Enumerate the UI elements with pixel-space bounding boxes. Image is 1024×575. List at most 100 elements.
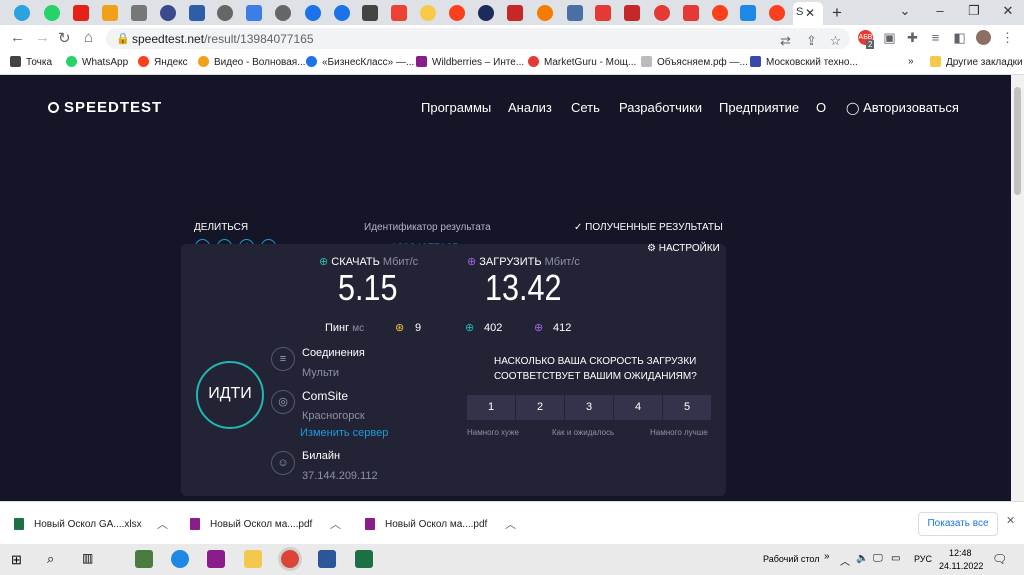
results-link[interactable]: ✓ ПОЛУЧЕННЫЕ РЕЗУЛЬТАТЫ <box>574 222 723 233</box>
download-item[interactable]: Новый Оскол GA....xlsx <box>14 518 142 530</box>
edge-icon[interactable] <box>171 550 189 568</box>
address-bar[interactable]: 🔒 speedtest.net/result/13984077165 ⇄ ⇪ ☆ <box>106 28 850 49</box>
scrollbar-thumb[interactable] <box>1014 87 1021 195</box>
battery-icon[interactable]: ▭ <box>891 553 900 564</box>
settings-link[interactable]: ⚙ НАСТРОЙКИ <box>647 243 720 254</box>
word-icon[interactable] <box>318 550 336 568</box>
bookmark-item[interactable]: Видео - Волновая... <box>198 56 306 68</box>
bookmark-item[interactable]: Московский техно... <box>750 56 858 68</box>
nav-analysis[interactable]: Анализ <box>508 100 552 115</box>
lock-icon[interactable]: 🔒 <box>116 32 130 45</box>
toolbar-more-icon[interactable]: » <box>824 551 830 562</box>
back-arrow-icon[interactable]: ← <box>10 29 25 46</box>
site-tab-icon[interactable] <box>478 5 494 21</box>
bookmark-item[interactable]: Яндекс <box>138 56 188 68</box>
windows-start-icon[interactable]: ⊞ <box>11 552 22 568</box>
site-tab-icon[interactable] <box>507 5 523 21</box>
download-item[interactable]: Новый Оскол ма....pdf <box>365 518 487 530</box>
go-button[interactable]: ИДТИ <box>196 361 264 429</box>
chevron-up-icon[interactable]: ︿ <box>157 516 168 532</box>
bookmark-item[interactable]: «БизнесКласс» —... <box>306 56 414 68</box>
file-explorer-icon[interactable] <box>244 550 262 568</box>
site-tab-icon[interactable] <box>305 5 321 21</box>
bookmark-item[interactable]: Wildberries – Инте... <box>416 56 524 68</box>
site-tab-icon[interactable] <box>362 5 378 21</box>
site-tab-icon[interactable] <box>334 5 350 21</box>
nav-enterprise[interactable]: Предприятие <box>719 100 799 115</box>
youtube-tab-icon[interactable] <box>73 5 89 21</box>
gmail-tab-icon[interactable] <box>391 5 407 21</box>
menu-icon[interactable]: ⋮ <box>1000 30 1015 45</box>
site-tab-icon[interactable] <box>654 5 670 21</box>
site-tab-icon[interactable] <box>537 5 553 21</box>
desktop-label[interactable]: Рабочий стол <box>763 554 820 564</box>
close-tab-icon[interactable]: ✕ <box>805 6 815 20</box>
site-tab-icon[interactable] <box>595 5 611 21</box>
chrome-icon[interactable] <box>281 550 299 568</box>
audio-tab-icon[interactable] <box>131 5 147 21</box>
minimize-button[interactable]: – <box>930 3 950 18</box>
reload-icon[interactable]: ↻ <box>58 29 71 47</box>
telegram-tab-icon[interactable] <box>14 5 30 21</box>
login-link[interactable]: ◯ Авторизоваться <box>846 100 959 115</box>
other-bookmarks[interactable]: Другие закладки <box>930 56 1023 68</box>
speedtest-logo[interactable]: SPEEDTEST <box>48 99 162 116</box>
change-server-link[interactable]: Изменить сервер <box>300 427 388 439</box>
site-tab-icon[interactable] <box>217 5 233 21</box>
site-tab-icon[interactable] <box>189 5 205 21</box>
rating-5[interactable]: 5 <box>663 395 711 420</box>
bookmark-item[interactable]: WhatsApp <box>66 56 128 68</box>
nav-about[interactable]: О <box>816 100 826 115</box>
nav-programs[interactable]: Программы <box>421 100 491 115</box>
bookmark-item[interactable]: Объясняем.рф —... <box>641 56 748 68</box>
site-tab-icon[interactable] <box>740 5 756 21</box>
home-icon[interactable]: ⌂ <box>84 29 93 46</box>
share-icon[interactable]: ⇪ <box>804 33 819 48</box>
clock-time[interactable]: 12:48 <box>949 548 972 558</box>
rating-2[interactable]: 2 <box>516 395 564 420</box>
active-tab[interactable]: S ✕ <box>793 2 823 25</box>
whatsapp-tab-icon[interactable] <box>44 5 60 21</box>
bookmark-star-icon[interactable]: ☆ <box>828 33 843 48</box>
pdf-app-icon[interactable] <box>207 550 225 568</box>
forward-arrow-icon[interactable]: → <box>35 29 50 46</box>
tab-search-icon[interactable]: ⌄ <box>895 3 915 19</box>
site-tab-icon[interactable] <box>567 5 583 21</box>
site-tab-icon[interactable] <box>420 5 436 21</box>
download-item[interactable]: Новый Оскол ма....pdf <box>190 518 312 530</box>
scrollbar[interactable] <box>1011 75 1024 501</box>
site-tab-icon[interactable] <box>683 5 699 21</box>
nav-network[interactable]: Сеть <box>571 100 600 115</box>
rating-4[interactable]: 4 <box>614 395 662 420</box>
yandex-tab-icon[interactable] <box>712 5 728 21</box>
bookmarks-more-button[interactable]: » <box>908 56 914 67</box>
bookmark-item[interactable]: Точка <box>10 56 52 68</box>
chevron-up-icon[interactable]: ︿ <box>330 516 341 532</box>
notifications-icon[interactable]: 🗨 <box>992 552 1007 566</box>
task-view-icon[interactable]: ▥ <box>82 551 93 565</box>
mail-tab-icon[interactable] <box>102 5 118 21</box>
yandex-tab-icon[interactable] <box>449 5 465 21</box>
bookmark-item[interactable]: MarketGuru - Мощ... <box>528 56 636 68</box>
site-tab-icon[interactable] <box>246 5 262 21</box>
site-tab-icon[interactable] <box>624 5 640 21</box>
site-tab-icon[interactable] <box>160 5 176 21</box>
rating-1[interactable]: 1 <box>467 395 515 420</box>
close-downloads-icon[interactable]: ✕ <box>1006 514 1015 527</box>
excel-icon[interactable] <box>355 550 373 568</box>
avatar[interactable] <box>976 30 991 45</box>
show-all-downloads-button[interactable]: Показать все <box>918 512 998 536</box>
new-tab-button[interactable]: + <box>832 3 842 23</box>
search-icon[interactable]: ⌕ <box>47 551 54 567</box>
tray-chevron-icon[interactable]: ︿ <box>840 553 850 568</box>
translate-icon[interactable]: ⇄ <box>778 33 793 48</box>
puzzle-icon[interactable]: ✚ <box>905 30 920 45</box>
maximize-button[interactable]: ❐ <box>964 3 984 19</box>
site-tab-icon[interactable] <box>275 5 291 21</box>
calculator-icon[interactable] <box>135 550 153 568</box>
sidepanel-icon[interactable]: ◧ <box>952 30 967 45</box>
close-window-button[interactable]: ✕ <box>998 3 1018 19</box>
extension-icon[interactable]: ▣ <box>882 30 897 45</box>
reading-list-icon[interactable]: ≡ <box>928 30 943 45</box>
rating-3[interactable]: 3 <box>565 395 613 420</box>
